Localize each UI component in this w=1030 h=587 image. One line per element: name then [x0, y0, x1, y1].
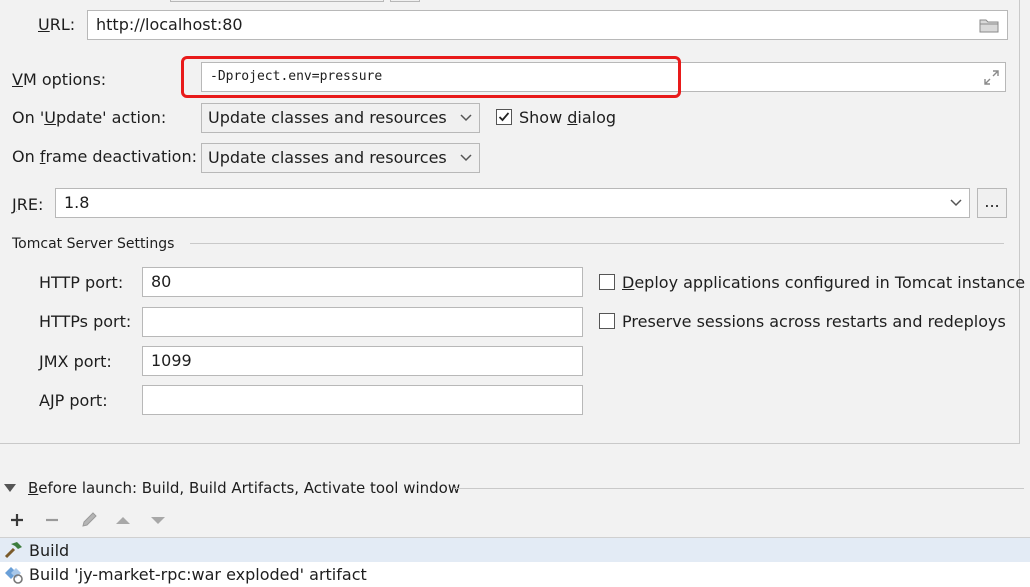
update-label-post: pdate' action: [55, 108, 167, 127]
frame-deactivation-value: Update classes and resources [208, 148, 447, 167]
frame-deactivation-combo[interactable]: Update classes and resources [201, 143, 480, 173]
vm-options-value: -Dproject.env=pressure [210, 69, 383, 84]
vm-options-mnemonic: V [12, 70, 23, 89]
preserve-sessions-checkbox[interactable] [599, 313, 615, 329]
jmx-port-field[interactable]: 1099 [142, 346, 583, 376]
frame-label-post: rame deactivation: [45, 147, 197, 166]
update-label-pre: On ' [12, 108, 45, 127]
deploy-apps-label[interactable]: Deploy applications configured in Tomcat… [622, 273, 1025, 292]
ajp-port-label: AJP port: [39, 391, 108, 410]
url-field[interactable]: http://localhost:80 [87, 10, 1008, 40]
update-action-value: Update classes and resources [208, 108, 447, 127]
list-item-label: Build [29, 541, 70, 560]
expand-icon[interactable] [984, 70, 999, 85]
before-launch-title: Before launch: Build, Build Artifacts, A… [28, 479, 460, 497]
tomcat-section-title: Tomcat Server Settings [12, 236, 175, 252]
before-launch-mnemonic: B [28, 479, 39, 497]
show-dialog-checkbox[interactable] [496, 109, 512, 125]
jre-browse-label: ... [984, 192, 1000, 211]
https-port-field[interactable] [142, 307, 583, 337]
frame-label-pre: On [12, 147, 40, 166]
http-port-value: 80 [151, 272, 172, 291]
before-launch-divider [454, 488, 1024, 489]
url-label-rest: RL: [49, 15, 76, 34]
chevron-down-icon [460, 154, 472, 162]
frame-deactivation-label: On frame deactivation: [12, 147, 197, 166]
remove-icon[interactable] [41, 509, 63, 531]
update-action-label: On 'Update' action: [12, 108, 166, 127]
top-cutoff-button[interactable] [390, 0, 420, 2]
url-label: URL: [38, 15, 75, 34]
deploy-mnemonic: D [622, 273, 635, 292]
show-dialog-pre: Show [519, 108, 568, 127]
https-port-label: HTTPs port: [39, 312, 132, 331]
list-item-artifact[interactable]: Build 'jy-market-rpc:war exploded' artif… [0, 562, 1030, 587]
update-label-mnemonic: U [44, 108, 56, 127]
move-up-icon[interactable] [112, 509, 134, 531]
jre-browse-button[interactable]: ... [977, 188, 1007, 218]
list-item-build[interactable]: Build [0, 537, 1030, 563]
vm-options-label: VM options: [12, 70, 106, 89]
show-dialog-label[interactable]: Show dialog [519, 108, 616, 127]
vm-options-rest: M options: [22, 70, 107, 89]
preserve-sessions-label[interactable]: Preserve sessions across restarts and re… [622, 312, 1006, 331]
ajp-port-field[interactable] [142, 385, 583, 415]
add-icon[interactable] [6, 509, 28, 531]
folder-icon[interactable] [979, 18, 999, 33]
jmx-port-label: JMX port: [39, 352, 112, 371]
jre-label-rest: RE: [16, 195, 44, 214]
top-cutoff-field[interactable] [170, 0, 384, 2]
show-dialog-mnemonic: d [567, 108, 578, 127]
deploy-rest: eploy applications configured in Tomcat … [634, 273, 1026, 292]
jre-label: JRE: [12, 195, 43, 214]
update-action-combo[interactable]: Update classes and resources [201, 103, 480, 133]
hammer-icon [4, 542, 22, 559]
jre-value: 1.8 [64, 193, 90, 212]
vm-options-field[interactable]: -Dproject.env=pressure [201, 62, 1006, 92]
url-value: http://localhost:80 [96, 15, 243, 34]
move-down-icon[interactable] [147, 509, 169, 531]
deploy-apps-checkbox[interactable] [599, 274, 615, 290]
artifact-icon [5, 567, 23, 584]
tomcat-section-divider [190, 243, 1004, 244]
chevron-down-icon [950, 199, 962, 207]
jmx-port-value: 1099 [151, 351, 192, 370]
url-label-mnemonic: U [38, 15, 50, 34]
show-dialog-post: ialog [577, 108, 617, 127]
before-launch-rest: efore launch: Build, Build Artifacts, Ac… [38, 479, 461, 497]
server-config-panel: URL: http://localhost:80 VM options: -Dp… [0, 0, 1025, 444]
http-port-field[interactable]: 80 [142, 267, 583, 297]
jre-combo[interactable]: 1.8 [55, 188, 970, 218]
edit-pencil-icon[interactable] [78, 509, 100, 531]
http-port-label: HTTP port: [39, 273, 124, 292]
collapse-triangle-icon[interactable] [4, 483, 16, 493]
checkmark-icon [498, 112, 510, 122]
list-item-label: Build 'jy-market-rpc:war exploded' artif… [29, 565, 367, 584]
chevron-down-icon [460, 114, 472, 122]
